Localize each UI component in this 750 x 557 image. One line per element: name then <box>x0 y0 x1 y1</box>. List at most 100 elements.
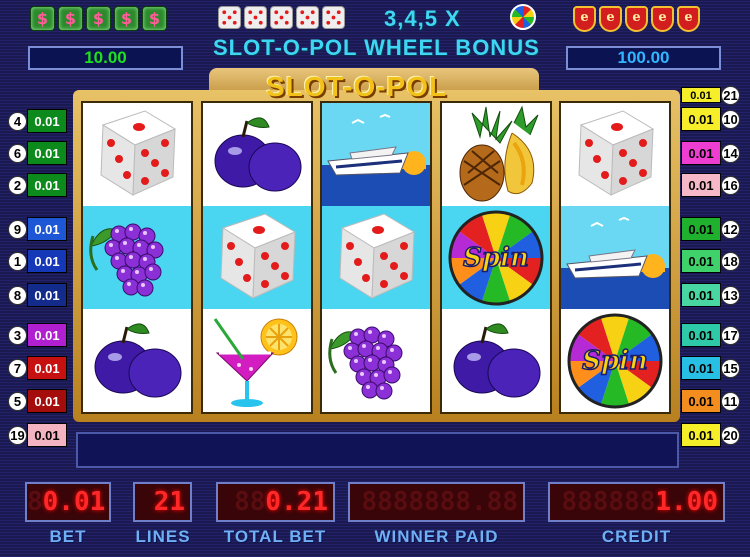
line-number: 4 <box>8 111 27 131</box>
line-button-6[interactable]: 6 0.01 <box>8 140 67 166</box>
line-bet-value: 0.01 <box>681 356 721 380</box>
dice-symbol <box>322 206 430 309</box>
multiplier-text: 3,4,5 X <box>384 6 461 31</box>
die-icon <box>296 6 319 29</box>
line-bet-value: 0.01 <box>681 323 721 347</box>
message-bar <box>76 432 679 468</box>
line-bet-value: 0.01 <box>27 249 67 273</box>
badge-icon: e <box>599 6 622 32</box>
line-number: 15 <box>721 358 740 378</box>
lines-display[interactable]: 21 <box>133 482 192 522</box>
cocktail-symbol <box>203 309 311 412</box>
reel-2 <box>201 101 313 414</box>
winner-paid-display: 8888888.88 <box>348 482 525 522</box>
line-button-10[interactable]: 0.01 10 <box>681 106 740 132</box>
line-number: 9 <box>8 219 27 239</box>
line-bet-value: 0.01 <box>27 141 67 165</box>
bonus-title: SLOT-O-POL WHEEL BONUS <box>213 35 540 60</box>
die-icon <box>244 6 267 29</box>
line-number: 1 <box>8 251 27 271</box>
bonus-dice-icons <box>218 6 345 29</box>
line-button-13[interactable]: 0.01 13 <box>681 282 740 308</box>
dollar-icon: $ <box>114 6 139 31</box>
die-icon <box>270 6 293 29</box>
line-button-4[interactable]: 4 0.01 <box>8 108 67 134</box>
winner-paid-label: WINNER PAID <box>374 527 499 546</box>
line-button-15[interactable]: 0.01 15 <box>681 355 740 381</box>
line-button-7[interactable]: 7 0.01 <box>8 355 67 381</box>
line-button-11[interactable]: 0.01 11 <box>681 388 740 414</box>
line-number: 21 <box>721 85 740 105</box>
total-bet-value: 0.21 <box>265 487 328 517</box>
line-number: 7 <box>8 358 27 378</box>
line-number: 11 <box>721 391 740 411</box>
dice-symbol <box>561 103 669 206</box>
badge-icon: e <box>573 6 596 32</box>
line-bet-value: 0.01 <box>27 173 67 197</box>
line-bet-value: 0.01 <box>681 423 721 447</box>
line-button-3[interactable]: 3 0.01 <box>8 322 67 348</box>
lines-label: LINES <box>135 527 191 546</box>
line-number: 20 <box>721 425 740 445</box>
line-bet-value: 0.01 <box>27 217 67 241</box>
credit-display: 8888881.00 <box>548 482 725 522</box>
line-button-19[interactable]: 19 0.01 <box>8 422 67 448</box>
line-button-2[interactable]: 2 0.01 <box>8 172 67 198</box>
reel-4: Spin <box>440 101 552 414</box>
dollar-icon: $ <box>142 6 167 31</box>
line-button-9[interactable]: 9 0.01 <box>8 216 67 242</box>
line-number: 14 <box>721 143 740 163</box>
line-bet-value: 0.01 <box>681 87 721 103</box>
bet-label: BET <box>49 527 87 546</box>
line-number: 2 <box>8 175 27 195</box>
plums-symbol <box>442 309 550 412</box>
lines-value: 21 <box>153 487 185 517</box>
line-number: 3 <box>8 325 27 345</box>
badge-icon: e <box>677 6 700 32</box>
line-button-20[interactable]: 0.01 20 <box>681 422 740 448</box>
left-bonus-value-text: 10.00 <box>84 48 127 67</box>
line-bet-value: 0.01 <box>27 389 67 413</box>
line-bet-value: 0.01 <box>681 173 721 197</box>
line-button-12[interactable]: 0.01 12 <box>681 216 740 242</box>
credit-label: CREDIT <box>601 527 672 546</box>
reel-3 <box>320 101 432 414</box>
line-button-16[interactable]: 0.01 16 <box>681 172 740 198</box>
line-button-21[interactable]: 0.01 21 <box>681 85 740 105</box>
bet-display[interactable]: 80.01 <box>25 482 111 522</box>
total-bet-display: 880.21 <box>216 482 335 522</box>
right-bonus-value-text: 100.00 <box>617 48 670 67</box>
dollar-icon: $ <box>86 6 111 31</box>
line-number: 13 <box>721 285 740 305</box>
line-button-17[interactable]: 0.01 17 <box>681 322 740 348</box>
line-number: 18 <box>721 251 740 271</box>
line-bet-value: 0.01 <box>27 283 67 307</box>
dollar-icon: $ <box>30 6 55 31</box>
line-number: 8 <box>8 285 27 305</box>
line-bet-value: 0.01 <box>27 323 67 347</box>
line-button-5[interactable]: 5 0.01 <box>8 388 67 414</box>
line-button-14[interactable]: 0.01 14 <box>681 140 740 166</box>
dice-symbol <box>203 206 311 309</box>
line-bet-value: 0.01 <box>681 141 721 165</box>
die-icon <box>218 6 241 29</box>
line-bet-value: 0.01 <box>681 107 721 131</box>
line-button-8[interactable]: 8 0.01 <box>8 282 67 308</box>
ship-symbol <box>561 206 669 309</box>
grapes-symbol <box>83 206 191 309</box>
bonus-badge-icons: eeeee <box>573 6 700 32</box>
line-number: 5 <box>8 391 27 411</box>
line-bet-value: 0.01 <box>27 109 67 133</box>
left-bonus-value: 10.00 <box>28 46 183 70</box>
badge-icon: e <box>651 6 674 32</box>
grapes-symbol <box>322 309 430 412</box>
line-bet-value: 0.01 <box>27 423 67 447</box>
badge-icon: e <box>625 6 648 32</box>
line-bet-value: 0.01 <box>27 356 67 380</box>
spin-wheel-symbol: Spin <box>442 206 550 309</box>
line-bet-value: 0.01 <box>681 217 721 241</box>
line-button-18[interactable]: 0.01 18 <box>681 248 740 274</box>
line-button-1[interactable]: 1 0.01 <box>8 248 67 274</box>
ship-symbol <box>322 103 430 206</box>
line-number: 10 <box>721 109 740 129</box>
